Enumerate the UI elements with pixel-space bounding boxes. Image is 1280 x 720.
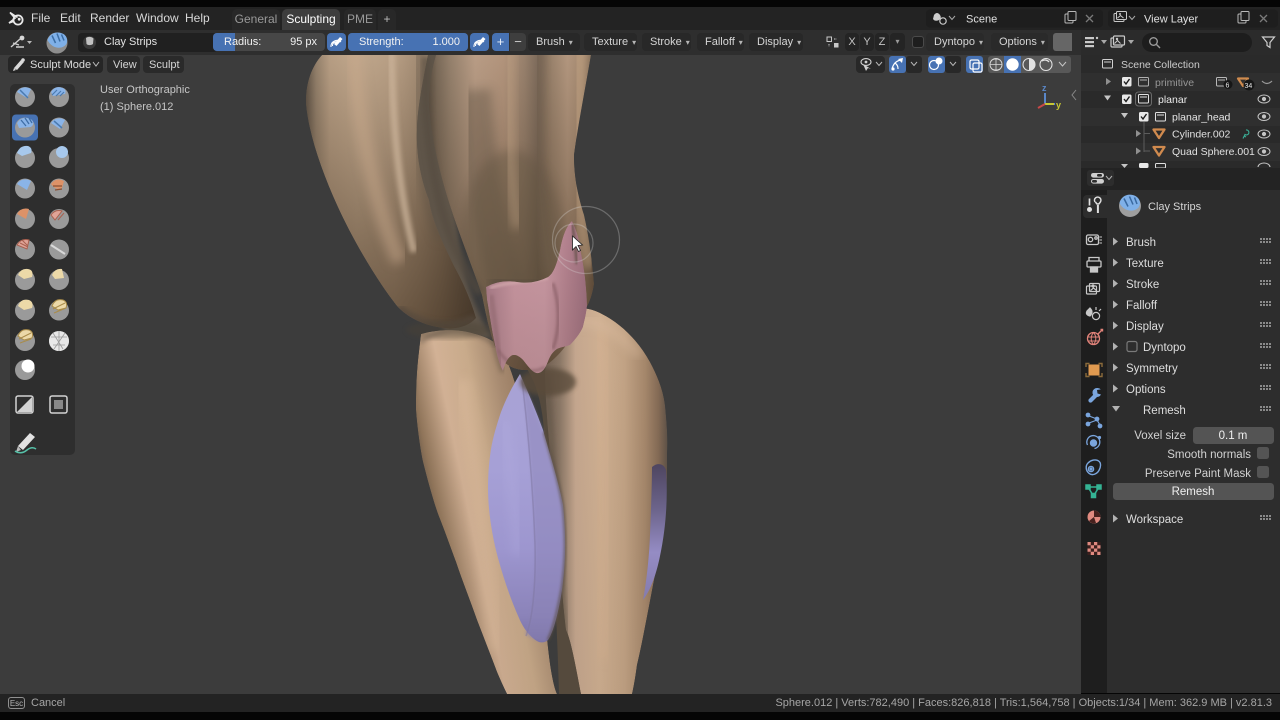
svg-text:Remesh: Remesh [1143,405,1186,417]
svg-text:planar: planar [1158,94,1188,106]
svg-text:y: y [1056,100,1061,110]
svg-text:0.1 m: 0.1 m [1219,430,1248,442]
svg-text:Symmetry: Symmetry [1126,363,1178,375]
svg-text:User Orthographic: User Orthographic [100,84,190,96]
svg-text:Cylinder.002: Cylinder.002 [1172,129,1231,141]
svg-text:z: z [1042,83,1047,93]
svg-text:Brush: Brush [1126,237,1156,249]
svg-text:Sculpt Mode: Sculpt Mode [30,59,91,71]
svg-text:Stroke: Stroke [1126,279,1159,291]
svg-text:Clay Strips: Clay Strips [1148,201,1202,213]
svg-text:Voxel size: Voxel size [1134,430,1186,442]
svg-text:Sculpt: Sculpt [149,59,180,71]
svg-text:Scene: Scene [966,14,997,26]
svg-text:Smooth normals: Smooth normals [1167,449,1251,461]
svg-text:6: 6 [1226,83,1230,90]
svg-text:Falloff: Falloff [1126,300,1158,312]
svg-text:Workspace: Workspace [1126,514,1183,526]
svg-text:Remesh: Remesh [1172,486,1215,498]
svg-text:Preserve Paint Mask: Preserve Paint Mask [1145,468,1251,480]
svg-text:planar_head: planar_head [1172,112,1231,124]
svg-text:primitive: primitive [1155,77,1194,89]
svg-text:View Layer: View Layer [1144,14,1199,26]
svg-text:Dyntopo: Dyntopo [1143,342,1186,354]
svg-text:Display: Display [1126,321,1164,333]
svg-text:34: 34 [1245,83,1253,90]
svg-text:Quad Sphere.001: Quad Sphere.001 [1172,146,1255,158]
svg-text:Texture: Texture [1126,258,1164,270]
svg-text:View: View [113,59,137,71]
svg-text:Scene Collection: Scene Collection [1121,59,1200,71]
svg-text:Options: Options [1126,384,1166,396]
svg-text:(1) Sphere.012: (1) Sphere.012 [100,101,173,113]
